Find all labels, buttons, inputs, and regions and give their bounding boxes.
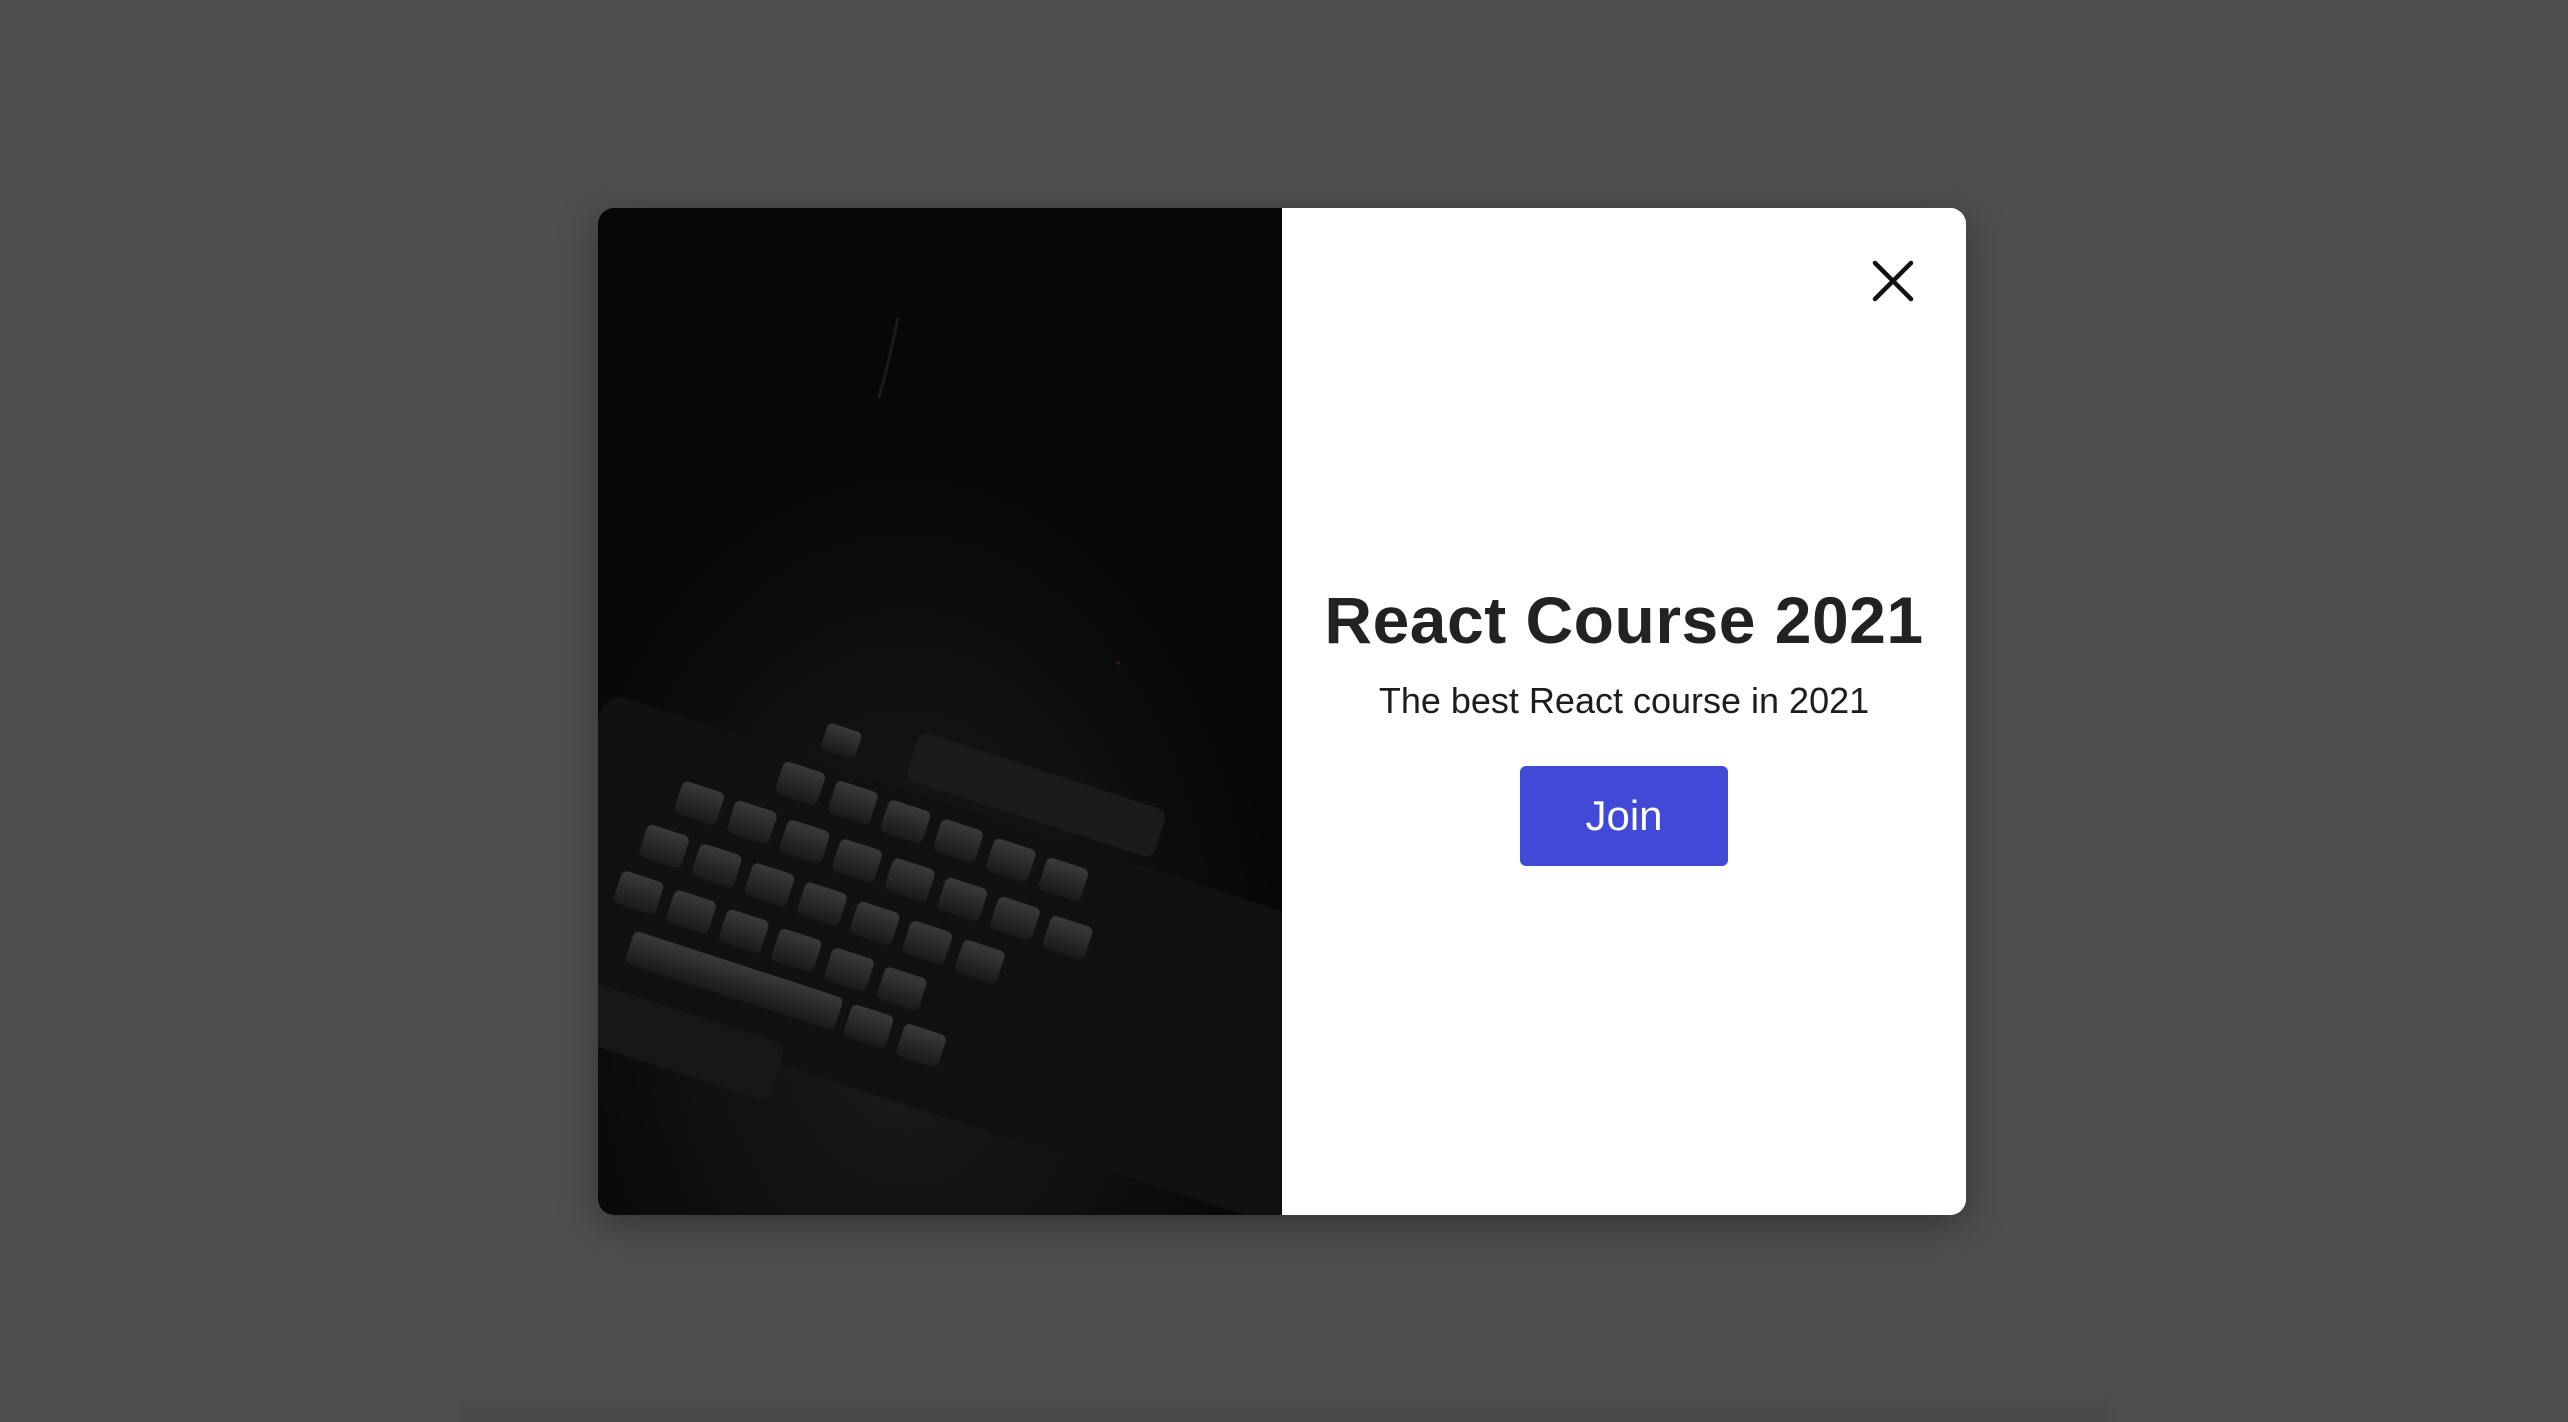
close-button[interactable] xyxy=(1868,256,1918,306)
backdrop-shadow xyxy=(460,1395,2110,1422)
close-icon[interactable] xyxy=(1871,259,1915,303)
course-modal: React Course 2021 The best React course … xyxy=(598,208,1966,1215)
modal-title: React Course 2021 xyxy=(1324,582,1924,657)
keyboard-image xyxy=(598,208,1282,1215)
modal-content: React Course 2021 The best React course … xyxy=(1282,208,1966,1215)
join-button[interactable]: Join xyxy=(1520,765,1728,866)
keyboard-illustration xyxy=(598,208,1282,1215)
modal-subtitle: The best React course in 2021 xyxy=(1378,679,1870,721)
